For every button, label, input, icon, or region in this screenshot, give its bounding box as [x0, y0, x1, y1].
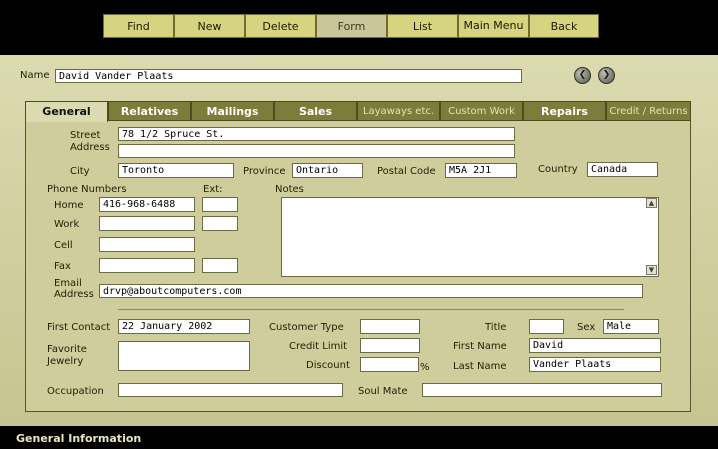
tab-custom-work[interactable]: Custom Work	[440, 101, 523, 121]
email-address-label: Address	[54, 289, 94, 300]
tab-general[interactable]: General	[25, 101, 108, 122]
province-field[interactable]: Ontario	[292, 163, 363, 178]
title-label: Title	[485, 322, 507, 333]
work-phone-field[interactable]	[99, 216, 195, 231]
delete-button[interactable]: Delete	[245, 14, 316, 38]
postal-code-field[interactable]: M5A 2J1	[445, 163, 517, 178]
tab-sales[interactable]: Sales	[274, 101, 357, 121]
postal-code-label: Postal Code	[377, 166, 436, 177]
notes-field[interactable]	[281, 197, 659, 277]
city-field[interactable]: Toronto	[118, 163, 234, 178]
fax-field[interactable]	[99, 258, 195, 273]
country-label: Country	[538, 164, 578, 175]
street-label: Street	[70, 130, 101, 141]
cell-phone-field[interactable]	[99, 237, 195, 252]
soul-mate-field[interactable]	[422, 383, 662, 397]
occupation-label: Occupation	[47, 386, 104, 397]
work-label: Work	[54, 219, 80, 230]
street-field-2[interactable]	[118, 144, 515, 158]
fax-ext-field[interactable]	[202, 258, 238, 273]
first-contact-label: First Contact	[47, 322, 111, 333]
occupation-field[interactable]	[118, 383, 343, 397]
form-button[interactable]: Form	[316, 14, 387, 38]
status-text: General Information	[16, 432, 142, 445]
first-contact-field[interactable]: 22 January 2002	[118, 319, 250, 334]
province-label: Province	[243, 166, 286, 177]
discount-field[interactable]	[360, 357, 419, 372]
tab-repairs[interactable]: Repairs	[523, 101, 606, 121]
sex-field[interactable]: Male	[603, 319, 659, 334]
credit-limit-label: Credit Limit	[289, 341, 348, 352]
tab-credit-returns[interactable]: Credit / Returns	[606, 101, 691, 121]
last-name-label: Last Name	[453, 361, 507, 372]
email-label: Email	[54, 278, 82, 289]
credit-limit-field[interactable]	[360, 338, 420, 353]
scroll-up-icon[interactable]: ▲	[646, 198, 657, 208]
first-name-field[interactable]: David	[529, 338, 661, 353]
tab-layaways[interactable]: Layaways etc.	[357, 101, 440, 121]
main-menu-button[interactable]: Main Menu	[458, 14, 529, 38]
sex-label: Sex	[577, 322, 596, 333]
email-field[interactable]: drvp@aboutcomputers.com	[99, 284, 643, 298]
back-button[interactable]: Back	[529, 14, 599, 38]
jewelry-label: Jewelry	[47, 356, 84, 367]
home-label: Home	[54, 200, 84, 211]
work-ext-field[interactable]	[202, 216, 238, 231]
favorite-label: Favorite	[47, 344, 87, 355]
address-label: Address	[70, 142, 110, 153]
home-ext-field[interactable]	[202, 197, 238, 212]
name-label: Name	[20, 70, 50, 81]
discount-label: Discount	[306, 360, 350, 371]
cell-label: Cell	[54, 240, 73, 251]
tab-mailings[interactable]: Mailings	[191, 101, 274, 121]
first-name-label: First Name	[453, 341, 507, 352]
notes-label: Notes	[275, 184, 304, 195]
new-button[interactable]: New	[174, 14, 245, 38]
city-label: City	[70, 166, 90, 177]
divider	[118, 309, 624, 310]
phone-numbers-header: Phone Numbers	[47, 184, 127, 195]
list-button[interactable]: List	[387, 14, 458, 38]
home-phone-field[interactable]: 416-968-6488	[99, 197, 195, 212]
percent-sign: %	[420, 362, 430, 373]
chevron-left-icon[interactable]: ❮	[574, 67, 591, 84]
favorite-jewelry-field[interactable]	[118, 341, 250, 371]
chevron-right-icon[interactable]: ❯	[598, 67, 615, 84]
scroll-down-icon[interactable]: ▼	[646, 265, 657, 275]
customer-type-label: Customer Type	[269, 322, 344, 333]
tab-relatives[interactable]: Relatives	[108, 101, 191, 121]
customer-type-field[interactable]	[360, 319, 420, 334]
last-name-field[interactable]: Vander Plaats	[529, 357, 661, 372]
title-field[interactable]	[529, 319, 564, 334]
fax-label: Fax	[54, 261, 71, 272]
find-button[interactable]: Find	[103, 14, 174, 38]
ext-header: Ext:	[203, 184, 223, 195]
name-field[interactable]: David Vander Plaats	[55, 69, 522, 83]
country-field[interactable]: Canada	[587, 162, 658, 177]
street-field[interactable]: 78 1/2 Spruce St.	[118, 127, 515, 141]
soul-mate-label: Soul Mate	[358, 386, 408, 397]
